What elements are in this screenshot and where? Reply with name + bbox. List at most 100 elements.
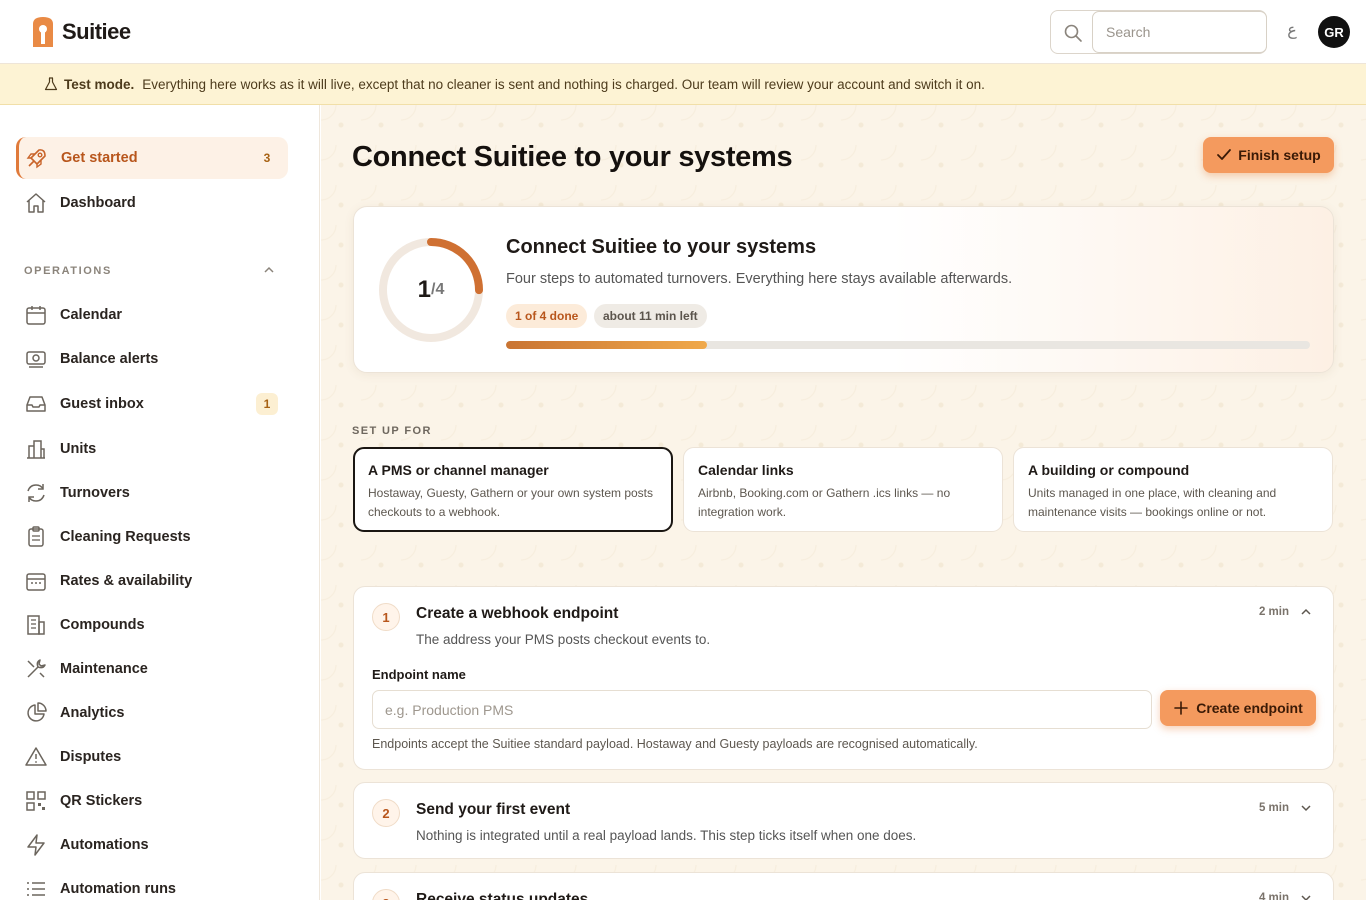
sidebar-item-label: Analytics [60,705,125,721]
steps-done-chip: 1 of 4 done [506,304,588,328]
language-toggle-button[interactable]: ع [1284,20,1300,40]
sidebar-item-label: Balance alerts [60,351,159,367]
sidebar-item-label: Automation runs [60,881,176,897]
step-card-1: 1 Create a webhook endpoint The address … [353,586,1334,770]
sidebar-item-analytics[interactable]: Analytics [16,692,288,734]
progress-count: 1/4 [376,235,486,345]
main-content: Connect Suitiee to your systems Finish s… [321,105,1366,900]
option-description: Hostaway, Guesty, Gathern or your own sy… [368,486,653,519]
banner-title: Test mode. [64,76,135,92]
step-title[interactable]: Create a webhook endpoint [416,605,618,623]
search-box [1050,10,1267,54]
units-icon [27,440,45,459]
progress-total: /4 [431,281,445,298]
clipboard-icon [28,526,44,547]
progress-bar [506,341,1310,349]
sidebar-item-dashboard[interactable]: Dashboard [16,182,288,224]
step-title: Send your first event [416,801,571,818]
step-duration: 5 min [1258,802,1289,814]
sidebar-item-label: Dashboard [60,195,136,211]
option-pms-card[interactable]: A PMS or channel manager Hostaway, Guest… [353,447,673,532]
sidebar-item-get-started[interactable]: Get started 3 [16,137,288,179]
progress-done: 1 [417,276,431,303]
create-endpoint-label: Create endpoint [1196,700,1303,716]
sidebar-item-maintenance[interactable]: Maintenance [16,648,288,690]
sidebar-item-label: Maintenance [60,661,148,677]
warning-icon [25,747,47,766]
search-input[interactable] [1092,11,1267,53]
endpoint-name-input[interactable] [372,690,1152,729]
option-calendar-links-card[interactable]: Calendar links Airbnb, Booking.com or Ga… [683,447,1003,532]
building-icon [27,615,45,635]
sidebar-item-compounds[interactable]: Compounds [16,604,288,646]
sidebar-item-label: Units [60,441,97,457]
page-title: Connect Suitiee to your systems [352,141,793,173]
sidebar-item-label: Automations [60,837,149,853]
search-icon[interactable] [1063,23,1083,43]
create-endpoint-button[interactable]: Create endpoint [1160,690,1316,726]
sidebar-item-disputes[interactable]: Disputes [16,736,288,778]
balance-icon [26,351,46,368]
logo[interactable]: Suitiee [30,16,131,48]
sidebar-item-automations[interactable]: Automations [16,824,288,866]
sidebar-item-label: Calendar [60,307,123,323]
step-title: Receive status updates [416,891,589,900]
progress-bar-fill [506,341,707,349]
progress-card: 1/4 Connect Suitiee to your systems Four… [353,206,1334,373]
sidebar-item-cleaning-requests[interactable]: Cleaning Requests [16,516,288,558]
option-description: Units managed in one place, with cleanin… [1028,486,1277,519]
sidebar-item-guest-inbox[interactable]: Guest inbox 1 [16,383,288,425]
chevron-up-icon[interactable] [1299,605,1313,619]
progress-title: Connect Suitiee to your systems [506,236,817,258]
list-icon [27,882,45,896]
step-card-2[interactable]: 2 Send your first event Nothing is integ… [353,782,1334,859]
test-mode-banner: Test mode. Everything here works as it w… [0,64,1366,105]
count-badge: 1 [256,393,278,415]
step-subtitle: Nothing is integrated until a real paylo… [416,828,917,843]
sidebar-item-units[interactable]: Units [16,428,288,470]
step-card-3[interactable]: 3 Receive status updates 4 min [353,872,1334,900]
chevron-down-icon[interactable] [1299,891,1313,900]
option-building-card[interactable]: A building or compound Units managed in … [1013,447,1333,532]
sidebar-item-balance-alerts[interactable]: Balance alerts [16,338,288,380]
inbox-icon [26,396,46,412]
sidebar-item-turnovers[interactable]: Turnovers [16,472,288,514]
calendar-icon [26,306,46,325]
avatar[interactable]: GR [1318,16,1350,48]
tools-icon [27,659,46,678]
brand-name: Suitiee [62,19,131,44]
option-title: Calendar links [698,462,794,478]
sidebar-item-calendar[interactable]: Calendar [16,294,288,336]
step-duration: 4 min [1258,892,1289,900]
plus-icon [1174,701,1189,715]
step-duration: 2 min [1258,606,1289,618]
turnovers-icon [27,484,45,502]
keyhole-logo-icon [33,17,53,47]
top-bar: Suitiee ع GR [0,0,1366,64]
step-number: 3 [372,889,400,900]
sidebar-item-automation-runs[interactable]: Automation runs [16,868,288,900]
chevron-down-icon[interactable] [1299,801,1313,815]
finish-setup-button[interactable]: Finish setup [1203,137,1334,173]
endpoint-helper-text: Endpoints accept the Suitiee standard pa… [372,737,978,751]
step-number: 1 [372,603,400,631]
sidebar-item-rates-availability[interactable]: Rates & availability [16,560,288,602]
sidebar-item-label: QR Stickers [60,793,143,809]
endpoint-name-label: Endpoint name [372,667,466,682]
sidebar-item-label: Turnovers [60,485,130,501]
check-icon [1217,149,1232,160]
bolt-icon [27,834,45,856]
sidebar-item-qr-stickers[interactable]: QR Stickers [16,780,288,822]
option-title: A building or compound [1028,462,1190,478]
sidebar-item-label: Cleaning Requests [60,529,191,545]
option-title: A PMS or channel manager [368,462,549,478]
time-left-chip: about 11 min left [594,304,707,328]
step-number: 2 [372,799,400,827]
home-icon [26,193,46,213]
qr-icon [26,791,46,811]
flask-icon [44,77,58,91]
setup-for-label: SET UP FOR [352,425,432,437]
rocket-icon [26,149,46,169]
finish-setup-label: Finish setup [1238,147,1321,163]
chevron-up-icon[interactable] [262,263,276,277]
